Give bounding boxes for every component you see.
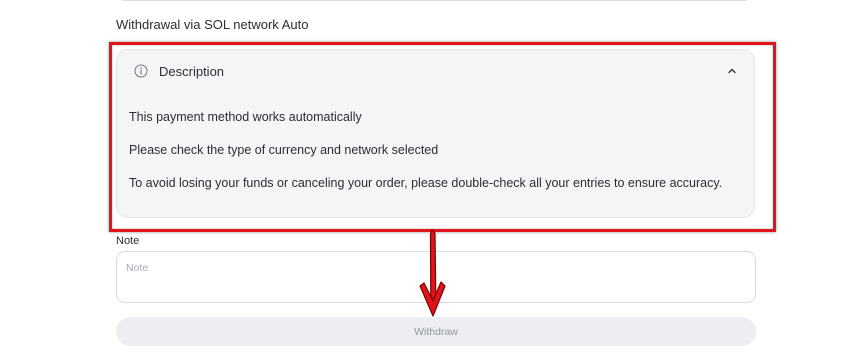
withdraw-button[interactable]: Withdraw	[116, 317, 756, 346]
info-circle-icon	[134, 64, 148, 78]
description-toggle[interactable]: Description	[117, 50, 754, 92]
description-panel: Description This payment method works au…	[116, 49, 755, 218]
note-input[interactable]	[116, 251, 756, 303]
description-title: Description	[159, 64, 225, 79]
description-line-warning: To avoid losing your funds or canceling …	[129, 176, 723, 190]
withdrawal-method-title: Withdrawal via SOL network Auto	[116, 17, 309, 32]
chevron-up-icon[interactable]	[726, 65, 738, 77]
description-line-auto: This payment method works automatically	[129, 110, 362, 124]
description-line-check-currency: Please check the type of currency and ne…	[129, 143, 439, 157]
previous-input-field[interactable]	[116, 0, 754, 1]
note-label: Note	[116, 235, 140, 247]
